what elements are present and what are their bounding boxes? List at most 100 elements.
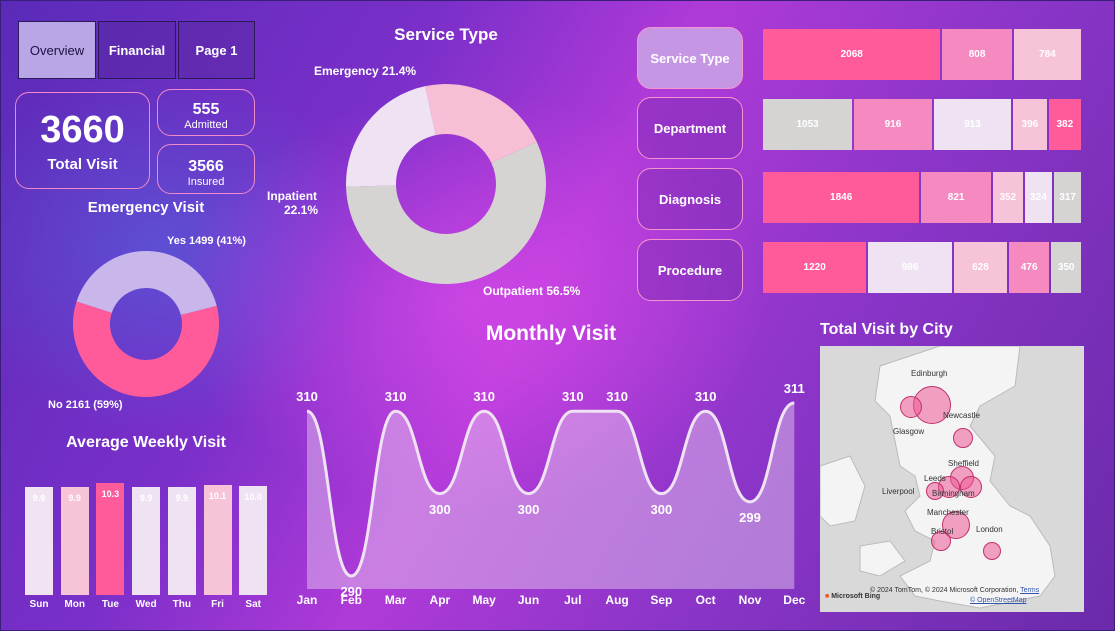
weekly-bar-value: 9.9 (175, 493, 189, 504)
service-type-segment[interactable]: 784 (1013, 29, 1081, 80)
weekly-day-label: Sat (245, 599, 261, 610)
emergency-visit-donut[interactable] (61, 239, 231, 409)
diagnosis-segment[interactable]: 317 (1054, 172, 1081, 223)
weekly-bar-value: 9.9 (32, 493, 46, 504)
city-label-glasgow: Glasgow (893, 427, 925, 436)
weekly-day-label: Fri (211, 599, 224, 610)
department-segment[interactable]: 1053 (763, 99, 853, 150)
admitted-card: 555 Admitted (157, 89, 255, 136)
department-segment[interactable]: 382 (1048, 99, 1081, 150)
bubble-newcastle[interactable] (953, 428, 973, 448)
monthly-point-label: 311 (783, 381, 805, 396)
tab-page-1-label: Page 1 (195, 42, 238, 58)
map-osm-link[interactable]: © OpenStreetMap (970, 597, 1027, 604)
filter-service-type-button[interactable]: Service Type (637, 27, 743, 89)
weekly-bar-thu[interactable]: 9.9 (167, 487, 196, 595)
tab-financial[interactable]: Financial (98, 21, 176, 79)
city-label-leeds: Leeds (924, 474, 946, 483)
admitted-value: 555 (192, 101, 220, 118)
city-map-title: Total Visit by City (820, 321, 953, 338)
service-type-segment[interactable]: 2068 (763, 29, 941, 80)
map-terms-link[interactable]: Terms (1020, 587, 1039, 594)
monthly-point-label: 300 (517, 501, 540, 517)
weekly-bar-sun[interactable]: 9.9 (25, 487, 53, 595)
department-segment[interactable]: 916 (854, 99, 932, 150)
filter-procedure-button[interactable]: Procedure (637, 239, 743, 301)
month-label: Jun (517, 593, 540, 607)
bing-logo: ■ Microsoft Bing (825, 593, 881, 600)
department-segment[interactable]: 913 (933, 99, 1012, 150)
procedure-segment[interactable]: 986 (868, 242, 952, 293)
admitted-label: Admitted (184, 119, 228, 131)
weekly-bar-value: 9.9 (68, 493, 81, 504)
service-type-segment[interactable]: 808 (942, 29, 1012, 80)
monthly-point-label: 310 (384, 389, 407, 405)
emergency-yes-slice[interactable] (76, 250, 217, 316)
weekly-bar-mon[interactable]: 9.9 (60, 487, 89, 595)
month-label: Aug (605, 593, 629, 607)
service-type-donut[interactable] (341, 79, 551, 289)
emergency-yes-label: Yes 1499 (41%) (167, 235, 246, 247)
weekly-bar-fri[interactable]: 10.1 (203, 485, 232, 595)
weekly-day-label: Sun (29, 599, 49, 610)
emergency-visit-title: Emergency Visit (87, 199, 205, 216)
diagnosis-segment[interactable]: 1846 (763, 172, 920, 223)
service-emergency-label: Emergency 21.4% (314, 64, 417, 78)
month-label: Apr (429, 593, 451, 607)
city-label-birmingham: Birmingham (932, 489, 975, 498)
tab-overview[interactable]: Overview (18, 21, 96, 79)
tab-page-1[interactable]: Page 1 (178, 21, 255, 79)
weekly-bar-tue[interactable]: 10.3 (96, 483, 125, 595)
diagnosis-segment[interactable]: 352 (992, 172, 1023, 223)
service-inpatient-name: Inpatient (267, 189, 318, 203)
monthly-point-label: 310 (694, 389, 717, 405)
bing-label: Microsoft Bing (831, 593, 881, 600)
weekly-bar-wed[interactable]: 9.9 (132, 487, 161, 595)
weekly-bar-value: 9.9 (139, 493, 153, 504)
monthly-point-label: 290 (340, 584, 363, 599)
procedure-segment[interactable]: 1220 (763, 242, 867, 293)
weekly-bar-sat[interactable]: 10.0 (239, 486, 268, 595)
month-label: May (472, 593, 496, 607)
insured-label: Insured (187, 176, 225, 188)
insured-value: 3566 (188, 158, 224, 175)
filter-department-button[interactable]: Department (637, 97, 743, 159)
monthly-point-label: 300 (429, 501, 451, 517)
bubble-london[interactable] (983, 542, 1001, 560)
emergency-no-slice[interactable] (73, 301, 220, 397)
procedure-segment[interactable]: 476 (1009, 242, 1050, 293)
monthly-point-label: 310 (296, 389, 318, 405)
filter-procedure-label: Procedure (657, 262, 723, 278)
service-type-title: Service Type (394, 25, 498, 44)
month-label: Dec (783, 593, 806, 607)
filter-diagnosis-label: Diagnosis (658, 191, 722, 207)
diagnosis-segment[interactable]: 324 (1024, 172, 1053, 223)
city-label-bristol: Bristol (931, 527, 954, 536)
map-attribution: © 2024 TomTom, © 2024 Microsoft Corporat… (870, 587, 1039, 594)
service-inpatient-label: Inpatient 22.1% (266, 189, 318, 217)
procedure-segment[interactable]: 628 (953, 242, 1008, 293)
monthly-visit-chart[interactable] (291, 361, 811, 593)
insured-card: 3566 Insured (157, 144, 255, 194)
city-map[interactable]: Edinburgh Glasgow Newcastle Sheffield Le… (820, 346, 1084, 612)
procedure-segment[interactable]: 350 (1051, 242, 1081, 293)
month-label: Oct (695, 593, 716, 607)
city-label-manchester: Manchester (927, 508, 969, 517)
department-segment[interactable]: 396 (1013, 99, 1047, 150)
city-label-london: London (976, 525, 1003, 534)
tab-financial-label: Financial (108, 42, 166, 58)
diagnosis-segment[interactable]: 821 (921, 172, 991, 223)
total-visit-card: 3660 Total Visit (15, 92, 150, 189)
month-label: Sep (650, 593, 673, 607)
city-label-edinburgh: Edinburgh (911, 369, 948, 378)
monthly-point-label: 310 (606, 389, 628, 405)
month-label: Nov (738, 593, 762, 607)
filter-diagnosis-button[interactable]: Diagnosis (637, 168, 743, 230)
filter-service-type-label: Service Type (650, 50, 730, 66)
monthly-point-label: 310 (473, 389, 496, 405)
month-label: Mar (384, 593, 407, 607)
bubble-glasgow[interactable] (900, 396, 922, 418)
monthly-point-label: 310 (561, 389, 584, 405)
weekly-bar-value: 10.0 (244, 492, 262, 503)
service-inpatient-slice[interactable] (346, 86, 436, 187)
